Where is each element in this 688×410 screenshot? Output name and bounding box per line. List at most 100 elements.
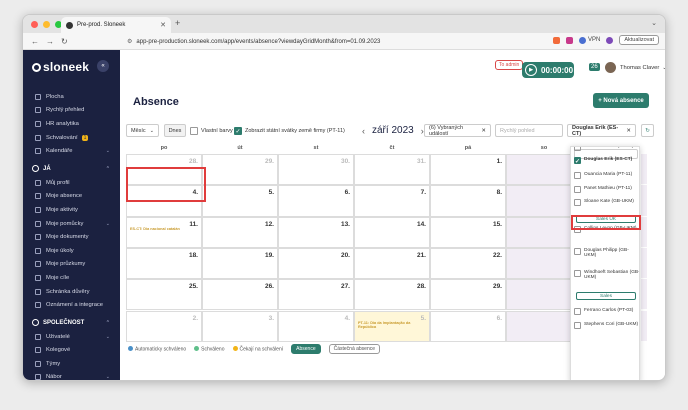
sidebar-item-muj-profil[interactable]: Můj profil [23, 176, 120, 190]
sidebar-item-kolegove[interactable]: Kolegové [23, 344, 120, 358]
tab-close-icon[interactable]: ✕ [160, 21, 166, 29]
dropdown-person-option[interactable]: Douglas Philipp (GB-UKM) [574, 248, 639, 258]
reload-icon[interactable]: ↻ [61, 37, 68, 46]
calendar-day-cell[interactable]: 21. [354, 247, 430, 280]
play-icon[interactable]: ▶ [525, 64, 537, 76]
update-button[interactable]: Aktualizovat [619, 35, 659, 45]
person-checkbox[interactable] [574, 322, 581, 329]
calendar-day-cell[interactable]: 29. [430, 279, 506, 311]
sidebar-item-tymy[interactable]: Týmy [23, 357, 120, 371]
profile-icon[interactable] [606, 36, 614, 44]
person-checkbox[interactable] [574, 199, 581, 206]
holidays-checkbox[interactable]: ✓ [234, 126, 242, 135]
person-checkbox[interactable] [574, 308, 581, 315]
clear-events-icon[interactable]: ✕ [481, 128, 486, 134]
dropdown-person-option[interactable]: Claver Thomas (PT-11) [574, 147, 639, 151]
user-menu[interactable]: Thomas Claver ⌄ [605, 62, 665, 73]
calendar-day-cell[interactable]: 28. [354, 279, 430, 311]
selected-events-select[interactable]: (6) Vybraných událostí ✕ [424, 124, 491, 137]
refresh-button[interactable]: ↻ [641, 124, 654, 137]
sidebar-item-moje-dokumenty[interactable]: Moje dokumenty [23, 230, 120, 244]
calendar-day-cell[interactable]: 26. [202, 279, 278, 311]
calendar-day-cell[interactable]: 6. [278, 185, 354, 217]
to-admin-button[interactable]: To admin [495, 60, 524, 70]
sidebar-item-hr-analytika[interactable]: HR analytika [23, 117, 120, 131]
vpn-button[interactable]: VPN [579, 36, 600, 44]
site-info-icon[interactable]: ⚙ [127, 38, 132, 45]
logo[interactable]: sloneek [32, 60, 89, 74]
section-company[interactable]: SPOLEČNOST ⌃ [23, 316, 120, 330]
calendar-day-cell[interactable]: 11. ES-CT: Dia nacional catalán [126, 216, 202, 248]
person-checkbox[interactable] [574, 147, 581, 151]
new-absence-button[interactable]: + Nová absence [593, 93, 649, 108]
calendar-day-cell[interactable]: 30. [278, 154, 354, 186]
calendar-day-cell[interactable]: 5. PT-11: Dia da Implantação da República [354, 310, 430, 342]
person-checkbox[interactable] [574, 270, 581, 277]
dropdown-person-option[interactable]: Panet Mathieu (PT-11) [574, 186, 639, 193]
forward-icon[interactable]: → [46, 37, 54, 46]
calendar-day-cell[interactable]: 31. [354, 154, 430, 186]
calendar-day-cell[interactable]: 22. [430, 247, 506, 280]
sidebar-item-schranka-duvery[interactable]: Schránka důvěry [23, 285, 120, 299]
calendar-day-cell[interactable]: 18. [126, 247, 202, 280]
calendar-day-cell[interactable]: 8. [430, 185, 506, 217]
person-checkbox[interactable] [574, 172, 581, 179]
sunday-cell[interactable] [641, 154, 647, 185]
holiday-event[interactable]: PT-11: Dia da Implantação da República [358, 321, 429, 329]
calendar-day-cell[interactable]: 19. [202, 247, 278, 280]
brave-shield-icon[interactable] [553, 36, 560, 44]
calendar-day-cell[interactable]: 20. [278, 247, 354, 280]
calendar-day-cell[interactable]: 27. [278, 279, 354, 311]
calendar-day-cell[interactable]: 2. [126, 310, 202, 342]
dropdown-person-option[interactable]: Ouancia Maria (PT-11) [574, 172, 639, 179]
own-colors-checkbox[interactable] [190, 126, 198, 135]
dropdown-person-option[interactable]: Ferrano Carlos (PT-03) [574, 308, 639, 315]
sunday-cell[interactable] [641, 279, 647, 310]
calendar-day-cell[interactable]: 14. [354, 216, 430, 248]
holidays-toggle[interactable]: ✓ Zobrazit státní svátky země firmy (PT-1… [234, 124, 345, 137]
calendar-day-cell[interactable]: 6. [430, 310, 506, 342]
section-ja[interactable]: JÁ ⌃ [23, 162, 120, 176]
absence-filter-button[interactable]: Absence [291, 344, 321, 354]
sidebar-item-moje-cile[interactable]: Moje cíle [23, 271, 120, 285]
calendar-day-cell[interactable]: 1. [430, 154, 506, 186]
sidebar-item-kalendare[interactable]: Kalendáře ⌄ [23, 144, 120, 158]
person-checkbox[interactable] [574, 186, 581, 193]
calendar-day-cell[interactable]: 12. [202, 216, 278, 248]
browser-tab[interactable]: Pre-prod. Sloneek ✕ [61, 17, 171, 33]
dropdown-person-option[interactable]: ✓ Douglas Erik (ES-CT) [574, 157, 639, 165]
dropdown-person-option[interactable]: Stephens Cori (GB-UKM) [574, 322, 639, 329]
dropdown-person-option[interactable]: Windhoeft Sebastian (GB-UKM) [574, 270, 639, 280]
sidebar-item-nabor[interactable]: Nábor ⌄ [23, 371, 120, 380]
sunday-cell[interactable] [641, 185, 647, 216]
sunday-cell[interactable] [641, 247, 647, 279]
sidebar-collapse-button[interactable]: « [97, 60, 109, 72]
notifications-badge[interactable]: 26 [589, 63, 600, 71]
prev-month-button[interactable]: ‹ [362, 126, 365, 136]
person-checkbox[interactable]: ✓ [574, 157, 581, 165]
calendar-day-cell[interactable]: 15. [430, 216, 506, 248]
calendar-day-cell[interactable]: 29. [202, 154, 278, 186]
tab-list-chevron-icon[interactable]: ⌄ [651, 19, 657, 27]
partial-absence-filter-button[interactable]: Částečná absence [328, 344, 381, 354]
new-tab-button[interactable]: + [175, 18, 180, 28]
sidebar-item-moje-ukoly[interactable]: Moje úkoly [23, 244, 120, 258]
calendar-day-cell[interactable]: 13. [278, 216, 354, 248]
sidebar-item-moje-pomucky[interactable]: Moje pomůcky ⌄ [23, 217, 120, 231]
sidebar-item-oznameni-a-integrace[interactable]: Oznámení a integrace [23, 298, 120, 312]
sidebar-item-moje-aktivity[interactable]: Moje aktivity [23, 203, 120, 217]
view-select[interactable]: Měsíc ⌄ [126, 124, 159, 137]
today-button[interactable]: Dnes [164, 124, 186, 137]
person-checkbox[interactable] [574, 248, 581, 255]
close-window-button[interactable] [31, 20, 38, 28]
calendar-day-cell[interactable]: 25. [126, 279, 202, 311]
quick-view-input[interactable]: Rychlý pohled [495, 124, 563, 137]
url-field[interactable]: ⚙ app-pre-production.sloneek.com/app/eve… [127, 36, 482, 47]
minimize-window-button[interactable] [43, 20, 50, 28]
calendar-day-cell[interactable]: 5. [202, 185, 278, 217]
sidebar-item-moje-absence[interactable]: Moje absence [23, 190, 120, 204]
sidebar-item-schvalovani[interactable]: Schvalování 1 [23, 131, 120, 145]
clear-person-icon[interactable]: ✕ [626, 128, 631, 134]
sidebar-item-rychly-prehled[interactable]: Rychlý přehled [23, 104, 120, 118]
calendar-day-cell[interactable]: 7. [354, 185, 430, 217]
